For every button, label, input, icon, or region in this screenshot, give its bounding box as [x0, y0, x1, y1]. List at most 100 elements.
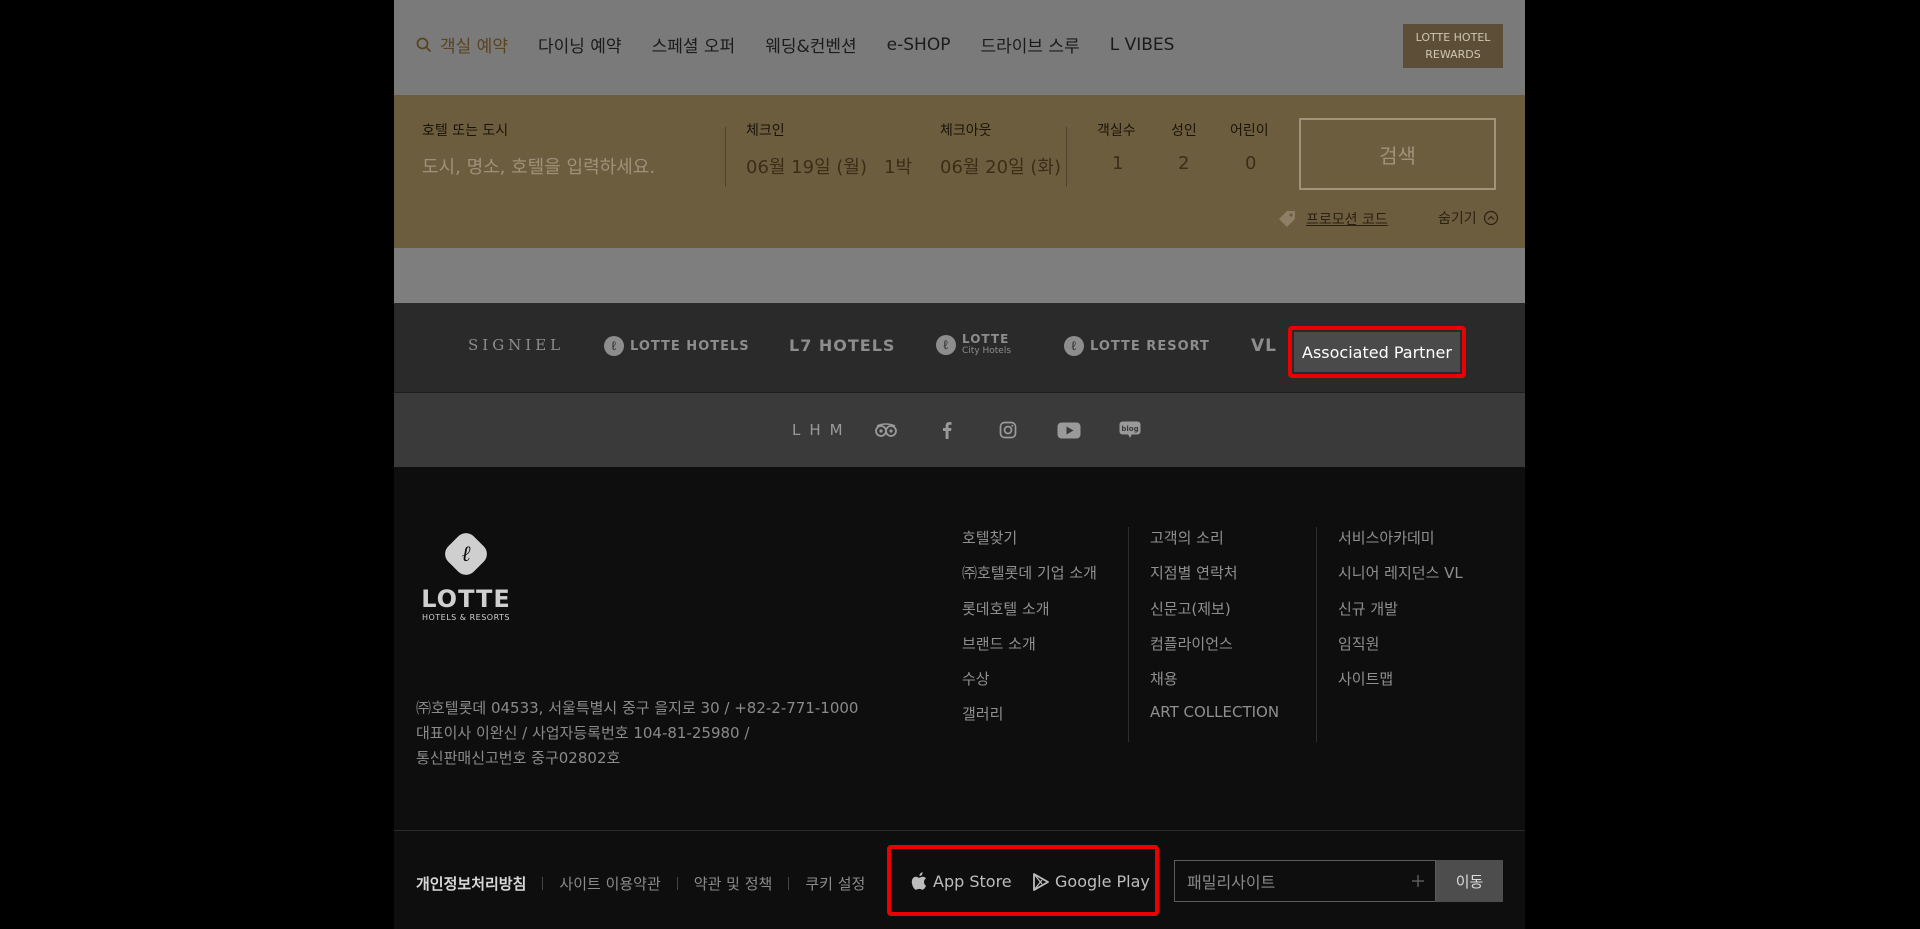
footer-link[interactable]: 갤러리	[962, 703, 1097, 738]
footer-link[interactable]: 신규 개발	[1338, 598, 1463, 633]
lotte-hotels-logo[interactable]: ℓ LOTTE HOTELS & RESORTS	[416, 527, 516, 622]
family-site-go-button[interactable]: 이동	[1436, 860, 1503, 902]
footer-bottom-bar: 개인정보처리방침 사이트 이용약관 약관 및 정책 쿠키 설정 App Stor…	[394, 830, 1525, 929]
footer-column-2: 고객의 소리 지점별 연락처 신문고(제보) 컴플라이언스 채용 ART COL…	[1150, 527, 1279, 739]
adults-value[interactable]: 2	[1178, 153, 1189, 174]
nav-item-wedding-convention[interactable]: 웨딩&컨벤션	[765, 32, 856, 57]
brand-label: LOTTE RESORT	[1090, 338, 1210, 354]
svg-text:ℓ: ℓ	[461, 542, 471, 567]
rewards-button[interactable]: LOTTE HOTEL REWARDS	[1403, 24, 1503, 68]
destination-input[interactable]: 도시, 명소, 호텔을 입력하세요.	[422, 153, 655, 179]
footer-link[interactable]: ㈜호텔롯데 기업 소개	[962, 562, 1097, 597]
family-site-label: 패밀리사이트	[1187, 873, 1276, 892]
family-site-select[interactable]: 패밀리사이트	[1174, 860, 1436, 902]
chevron-up-icon	[1483, 210, 1498, 226]
brand-l7-hotels[interactable]: L7 HOTELS	[789, 336, 895, 355]
rewards-line1: LOTTE HOTEL	[1415, 31, 1491, 44]
google-play-link[interactable]: Google Play	[1033, 872, 1150, 891]
youtube-icon[interactable]	[1057, 420, 1081, 440]
page: 객실 예약 다이닝 예약 스페셜 오퍼 웨딩&컨벤션 e-SHOP 드라이브 스…	[394, 0, 1525, 929]
company-address: ㈜호텔롯데 04533, 서울특별시 중구 을지로 30 / +82-2-771…	[416, 696, 858, 771]
social-links: LHM blog	[792, 420, 1179, 440]
cookie-settings-link[interactable]: 쿠키 설정	[805, 873, 865, 894]
brand-label: LOTTE	[962, 332, 1010, 346]
app-store-label: App Store	[933, 872, 1012, 891]
footer-link[interactable]: 컴플라이언스	[1150, 633, 1279, 668]
column-divider	[1316, 527, 1317, 742]
children-label: 어린이	[1230, 123, 1269, 139]
brand-lotte-hotels[interactable]: ℓ LOTTE HOTELS	[604, 336, 750, 356]
google-play-icon	[1033, 872, 1049, 891]
separator	[788, 877, 790, 890]
rewards-line2: REWARDS	[1425, 48, 1481, 61]
footer-link[interactable]: 임직원	[1338, 633, 1463, 668]
footer-link[interactable]: 신문고(제보)	[1150, 598, 1279, 633]
checkout-date[interactable]: 06월 20일 (화)	[940, 153, 1061, 179]
google-play-label: Google Play	[1055, 872, 1150, 891]
address-line: 통신판매신고번호 중구02802호	[416, 749, 621, 767]
nav-item-special-offer[interactable]: 스페셜 오퍼	[652, 32, 736, 57]
lotte-logo-icon: ℓ	[1064, 336, 1084, 356]
footer-link[interactable]: 채용	[1150, 668, 1279, 703]
promo-code-link[interactable]: 프로모션 코드	[1276, 208, 1388, 230]
rooms-value[interactable]: 1	[1112, 153, 1123, 174]
footer-column-1: 호텔찾기 ㈜호텔롯데 기업 소개 롯데호텔 소개 브랜드 소개 수상 갤러리	[962, 527, 1097, 739]
instagram-icon[interactable]	[996, 420, 1020, 440]
hide-toggle[interactable]: 숨기기	[1438, 208, 1499, 228]
tripadvisor-icon[interactable]	[874, 420, 898, 440]
footer-link[interactable]: ART COLLECTION	[1150, 703, 1279, 738]
footer-link[interactable]: 브랜드 소개	[962, 633, 1097, 668]
footer-link[interactable]: 고객의 소리	[1150, 527, 1279, 562]
nav-item-eshop[interactable]: e-SHOP	[887, 35, 951, 55]
address-line: 대표이사 이완신 / 사업자등록번호 104-81-25980 /	[416, 724, 750, 742]
associated-partner-button[interactable]: Associated Partner	[1294, 332, 1460, 372]
footer-link[interactable]: 시니어 레지던스 VL	[1338, 562, 1463, 597]
terms-of-use-link[interactable]: 사이트 이용약관	[559, 873, 660, 894]
top-navigation: 객실 예약 다이닝 예약 스페셜 오퍼 웨딩&컨벤션 e-SHOP 드라이브 스…	[394, 0, 1525, 95]
nav-item-drive-thru[interactable]: 드라이브 스루	[980, 32, 1079, 57]
legal-links: 개인정보처리방침 사이트 이용약관 약관 및 정책 쿠키 설정	[416, 873, 865, 894]
footer-column-3: 서비스아카데미 시니어 레지던스 VL 신규 개발 임직원 사이트맵	[1338, 527, 1463, 703]
divider	[725, 127, 726, 187]
footer-link[interactable]: 지점별 연락처	[1150, 562, 1279, 597]
brand-label: LOTTE HOTELS	[630, 338, 750, 354]
checkin-date[interactable]: 06월 19일 (월)	[746, 153, 867, 179]
logo-subtitle: HOTELS & RESORTS	[421, 613, 511, 622]
brand-vl[interactable]: VL	[1251, 336, 1277, 356]
privacy-policy-link[interactable]: 개인정보처리방침	[416, 873, 526, 894]
footer-link[interactable]: 서비스아카데미	[1338, 527, 1463, 562]
rooms-label: 객실수	[1097, 123, 1136, 139]
brand-lotte-resort[interactable]: ℓ LOTTE RESORT	[1064, 336, 1210, 356]
footer-link[interactable]: 롯데호텔 소개	[962, 598, 1097, 633]
facebook-icon[interactable]	[935, 420, 959, 440]
lotte-logo-icon: ℓ	[936, 335, 956, 355]
blog-icon[interactable]: blog	[1118, 420, 1142, 440]
brand-signiel[interactable]: SIGNIEL	[468, 336, 564, 354]
nav-item-l-vibes[interactable]: L VIBES	[1110, 35, 1175, 55]
terms-policies-link[interactable]: 약관 및 정책	[694, 873, 773, 894]
nav-item-room-reservation[interactable]: 객실 예약	[416, 32, 508, 57]
brand-lotte-city-hotels[interactable]: ℓ LOTTE City Hotels	[936, 333, 1011, 357]
family-site-selector: 패밀리사이트 이동	[1174, 860, 1503, 902]
lhm-logo[interactable]: LHM	[792, 421, 852, 439]
lotte-emblem-icon: ℓ	[445, 533, 487, 575]
checkout-label: 체크아웃	[940, 123, 992, 139]
associated-partner-highlight: Associated Partner	[1288, 326, 1466, 378]
checkin-label: 체크인	[746, 123, 785, 139]
nav-item-dining-reservation[interactable]: 다이닝 예약	[538, 32, 622, 57]
booking-bar: 호텔 또는 도시 도시, 명소, 호텔을 입력하세요. 체크인 06월 19일 …	[394, 95, 1525, 248]
search-button[interactable]: 검색	[1299, 118, 1496, 190]
app-store-link[interactable]: App Store	[911, 872, 1012, 891]
brand-sublabel: City Hotels	[962, 346, 1012, 356]
apple-icon	[911, 872, 926, 890]
nav-menu: 객실 예약 다이닝 예약 스페셜 오퍼 웨딩&컨벤션 e-SHOP 드라이브 스…	[416, 32, 1204, 57]
separator	[542, 877, 544, 890]
footer-link[interactable]: 사이트맵	[1338, 668, 1463, 703]
search-icon	[416, 37, 432, 52]
nav-item-label: 객실 예약	[440, 37, 508, 57]
footer-link[interactable]: 수상	[962, 668, 1097, 703]
footer: ℓ LOTTE HOTELS & RESORTS ㈜호텔롯데 04533, 서울…	[394, 467, 1525, 929]
children-value[interactable]: 0	[1245, 153, 1256, 174]
footer-link[interactable]: 호텔찾기	[962, 527, 1097, 562]
logo-name: LOTTE	[421, 585, 511, 613]
